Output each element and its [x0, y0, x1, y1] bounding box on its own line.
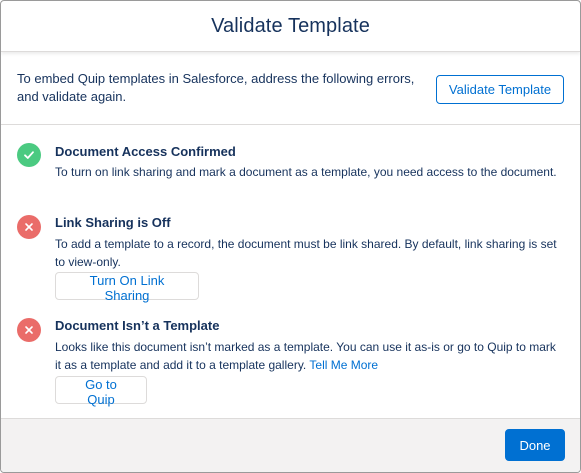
close-icon — [17, 215, 41, 239]
check-description: To turn on link sharing and mark a docum… — [55, 165, 557, 179]
turn-on-link-sharing-button[interactable]: Turn On Link Sharing — [55, 272, 199, 303]
check-description-text: Looks like this document isn’t marked as… — [55, 340, 556, 372]
check-icon — [17, 143, 41, 167]
check-title: Link Sharing is Off — [55, 215, 171, 230]
go-to-quip-button[interactable]: Go to Quip — [55, 376, 147, 407]
check-description: Looks like this document isn’t marked as… — [55, 338, 560, 374]
done-button[interactable]: Done — [505, 429, 565, 461]
intro-text: To embed Quip templates in Salesforce, a… — [17, 71, 415, 104]
modal-footer: Done — [1, 418, 580, 472]
check-title: Document Access Confirmed — [55, 144, 236, 159]
check-title: Document Isn’t a Template — [55, 318, 220, 333]
validate-template-modal: Validate Template To embed Quip template… — [0, 0, 581, 473]
modal-header: Validate Template — [1, 1, 580, 52]
close-icon — [17, 318, 41, 342]
validate-template-button[interactable]: Validate Template — [436, 75, 564, 104]
modal-title: Validate Template — [211, 14, 370, 37]
check-description: To add a template to a record, the docum… — [55, 237, 557, 269]
tell-me-more-link[interactable]: Tell Me More — [309, 358, 378, 372]
